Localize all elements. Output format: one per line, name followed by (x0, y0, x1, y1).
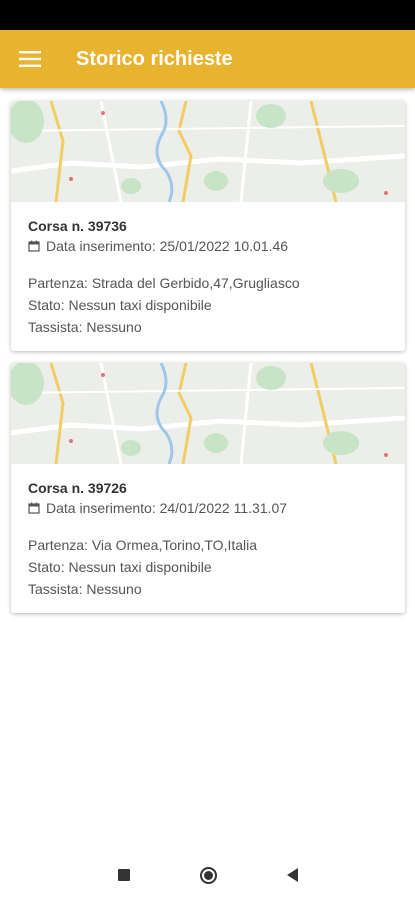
date-row: Data inserimento: 25/01/2022 10.01.46 (28, 236, 388, 256)
recents-square-icon[interactable] (117, 869, 130, 881)
date-row: Data inserimento: 24/01/2022 11.31.07 (28, 498, 388, 518)
driver-text: Tassista: Nessuno (28, 319, 142, 335)
app-bar: Storico richieste (0, 30, 415, 88)
status-bar (0, 0, 415, 30)
status-text: Stato: Nessun taxi disponibile (28, 297, 212, 313)
insertion-date: Data inserimento: 24/01/2022 11.31.07 (46, 500, 288, 516)
departure-text: Partenza: Via Ormea,Torino,TO,Italia (28, 537, 258, 553)
calendar-icon (28, 502, 40, 514)
map-thumbnail (11, 101, 405, 202)
map-thumbnail (11, 363, 405, 464)
driver-text: Tassista: Nessuno (28, 581, 142, 597)
ride-details: Partenza: Strada del Gerbido,47,Gruglias… (28, 272, 388, 338)
back-triangle-icon[interactable] (286, 868, 298, 882)
system-nav-bar (0, 850, 415, 900)
insertion-date: Data inserimento: 25/01/2022 10.01.46 (46, 238, 289, 254)
departure-text: Partenza: Strada del Gerbido,47,Gruglias… (28, 275, 300, 291)
ride-number: Corsa n. 39726 (28, 480, 127, 496)
ride-number: Corsa n. 39736 (28, 218, 127, 234)
home-circle-icon[interactable] (199, 866, 217, 884)
request-card[interactable]: Corsa n. 39726 Data inserimento: 24/01/2… (11, 363, 405, 613)
calendar-icon (28, 240, 40, 252)
hamburger-menu-icon (19, 51, 41, 67)
request-card[interactable]: Corsa n. 39736 Data inserimento: 25/01/2… (11, 101, 405, 351)
menu-button[interactable] (0, 30, 60, 88)
status-text: Stato: Nessun taxi disponibile (28, 559, 212, 575)
ride-details: Partenza: Via Ormea,Torino,TO,Italia Sta… (28, 534, 388, 600)
page-title: Storico richieste (76, 47, 233, 70)
